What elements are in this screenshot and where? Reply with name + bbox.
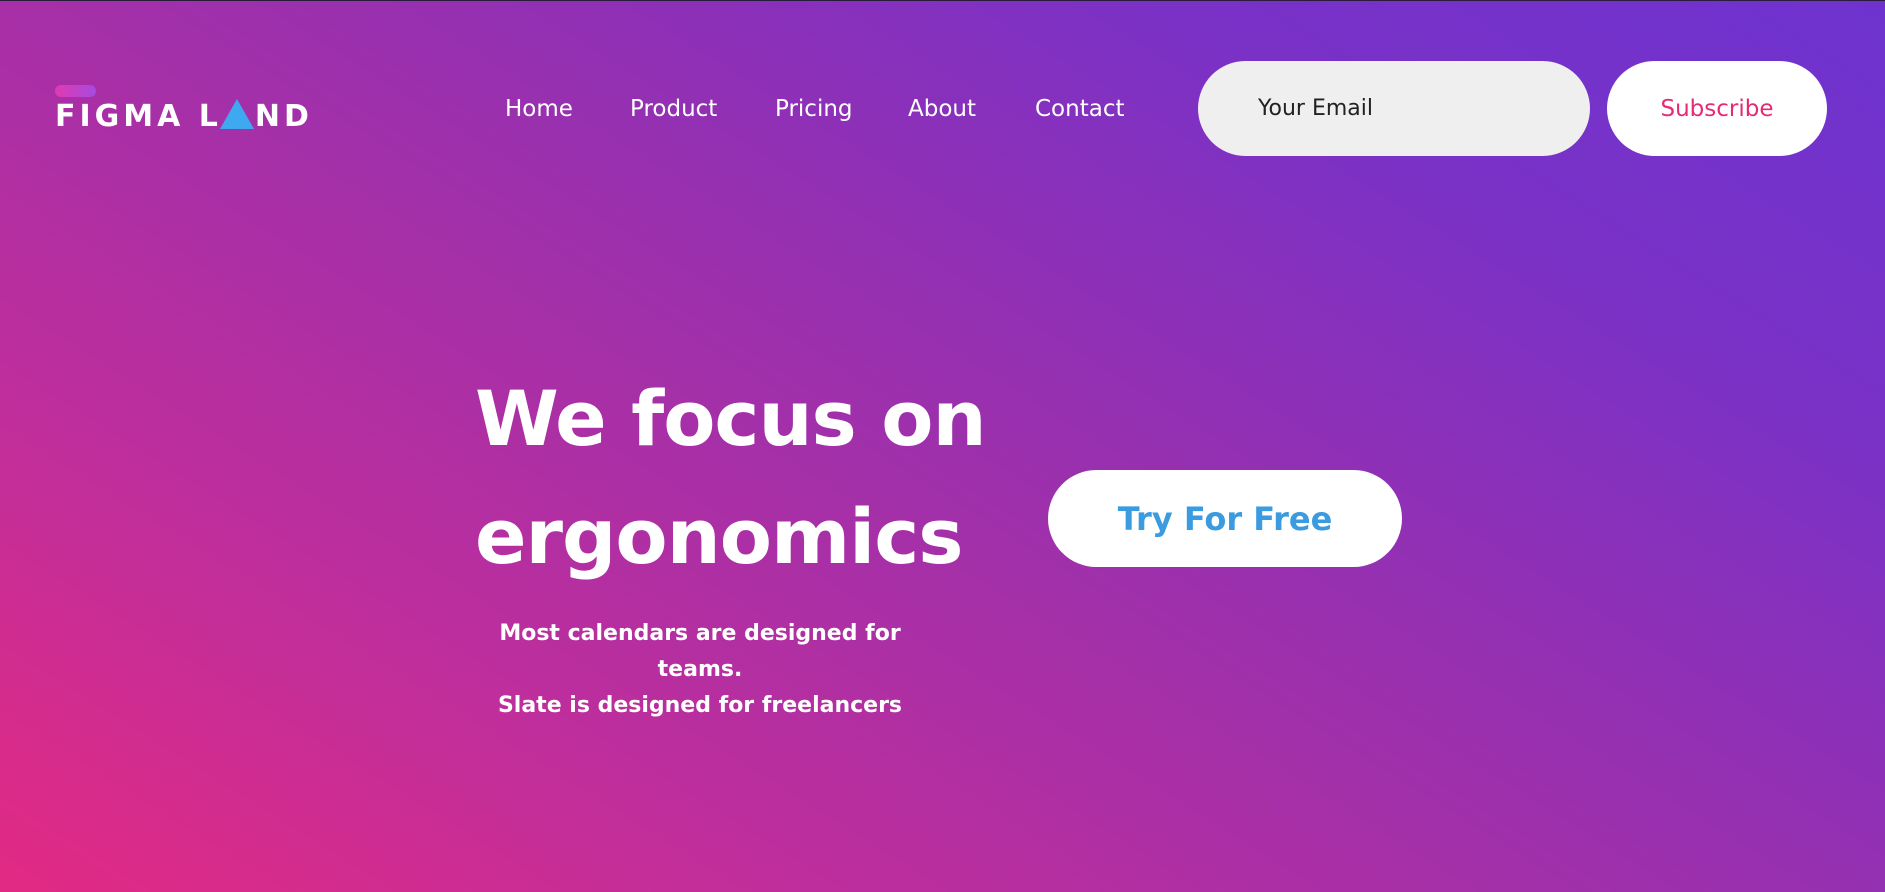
try-for-free-button[interactable]: Try For Free [1048,470,1402,567]
triangle-icon [219,99,254,129]
logo-pill-mark [55,85,96,97]
nav-item-home[interactable]: Home [505,96,573,122]
logo-wordmark: FIGMA L ND [55,99,313,132]
nav-item-product[interactable]: Product [630,96,717,122]
nav-item-about[interactable]: About [908,96,976,122]
hero-subtitle: Most calendars are designed for teams. Sl… [460,616,940,724]
logo-text-end: ND [254,99,313,134]
hero-subtitle-line-1: Most calendars are designed for teams. [499,621,901,682]
logo[interactable]: FIGMA L ND [55,85,315,135]
hero-title: We focus on ergonomics [475,360,987,596]
hero-subtitle-line-2: Slate is designed for freelancers [497,693,903,718]
hero-title-line-1: We focus on [475,374,987,463]
hero-title-line-2: ergonomics [475,492,963,581]
logo-text-start: FIGMA L [55,99,222,134]
nav-item-contact[interactable]: Contact [1035,96,1124,122]
top-border [0,0,1885,1]
subscribe-button[interactable]: Subscribe [1607,61,1827,156]
nav-item-pricing[interactable]: Pricing [775,96,853,122]
email-input[interactable] [1198,61,1590,156]
